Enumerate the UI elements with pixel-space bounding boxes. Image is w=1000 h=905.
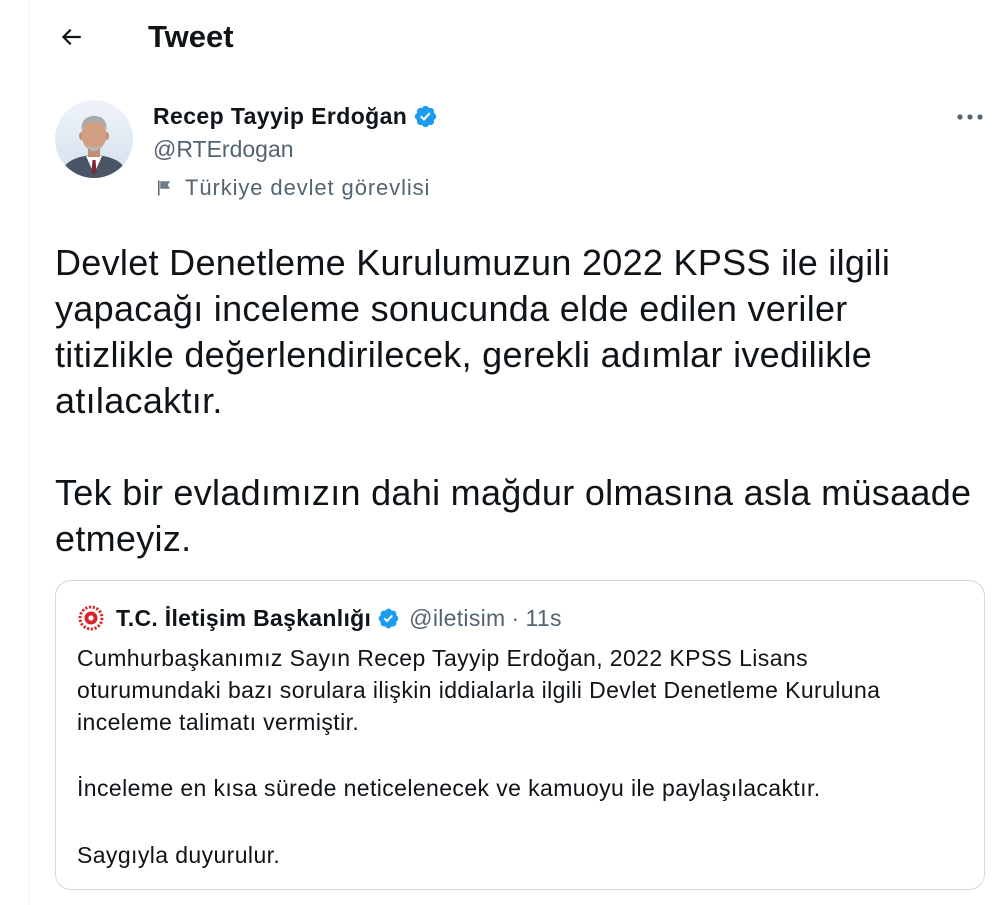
quoted-author-handle: @iletisim: [409, 605, 506, 631]
tweet-text-line: etmeyiz.: [55, 518, 192, 559]
quoted-tweet-header: T.C. İletişim Başkanlığı @iletisim · 11s: [78, 605, 562, 631]
quoted-text-line: oturumundaki bazı sorulara ilişkin iddia…: [77, 677, 881, 703]
verified-badge-icon: [415, 105, 437, 127]
flag-icon: [158, 180, 170, 196]
tweet-text-line: atılacaktır.: [55, 380, 223, 421]
author-name-row: Recep Tayyip Erdoğan: [153, 102, 438, 130]
tweet-paragraph: Devlet Denetleme Kurulumuzun 2022 KPSS i…: [55, 240, 971, 424]
author-handle[interactable]: @RTErdogan: [153, 135, 294, 163]
author-name[interactable]: Recep Tayyip Erdoğan: [153, 102, 407, 130]
more-options-button[interactable]: [952, 104, 988, 130]
quoted-paragraph: Cumhurbaşkanımız Sayın Recep Tayyip Erdo…: [77, 642, 880, 738]
tweet-text-line: Tek bir evladımızın dahi mağdur olmasına…: [55, 472, 972, 513]
meta-separator: ·: [511, 605, 520, 631]
tweet-text-line: yapacağı inceleme sonucunda elde edilen …: [55, 288, 848, 329]
profile-photo: [55, 100, 133, 178]
tweet-text-line: Devlet Denetleme Kurulumuzun 2022 KPSS i…: [55, 242, 891, 283]
quoted-paragraph: Saygıyla duyurulur.: [77, 839, 280, 871]
affiliation-label: Türkiye devlet görevlisi: [155, 175, 430, 201]
quoted-tweet-card[interactable]: T.C. İletişim Başkanlığı @iletisim · 11s…: [55, 580, 985, 890]
quoted-text-line: Cumhurbaşkanımız Sayın Recep Tayyip Erdo…: [77, 645, 808, 671]
tweet-text-line: titizlikle değerlendirilecek, gerekli ad…: [55, 334, 873, 375]
more-options-icon: [957, 114, 983, 120]
back-button[interactable]: [51, 17, 91, 57]
quoted-text-line: Saygıyla duyurulur.: [77, 842, 281, 868]
tweet-detail-page: Tweet Recep Tayyip Erdoğan @RTErdogan Tü…: [0, 0, 1000, 905]
back-arrow-icon: [61, 28, 81, 46]
organization-emblem-icon: [78, 605, 104, 631]
page-title: Tweet: [148, 19, 234, 54]
quoted-paragraph: İnceleme en kısa sürede neticelenecek ve…: [77, 772, 821, 804]
quoted-author-name: T.C. İletişim Başkanlığı: [116, 605, 372, 631]
tweet-text: Devlet Denetleme Kurulumuzun 2022 KPSS i…: [55, 240, 971, 562]
quoted-text-line: İnceleme en kısa sürede neticelenecek ve…: [77, 775, 821, 801]
affiliation-label-text: Türkiye devlet görevlisi: [185, 175, 431, 200]
quoted-timestamp: 11s: [525, 605, 562, 631]
avatar[interactable]: [55, 100, 133, 178]
column-divider: [28, 0, 29, 905]
tweet-paragraph: Tek bir evladımızın dahi mağdur olmasına…: [55, 470, 971, 562]
quoted-text-line: inceleme talimatı vermiştir.: [77, 709, 360, 735]
verified-badge-icon: [378, 608, 399, 628]
